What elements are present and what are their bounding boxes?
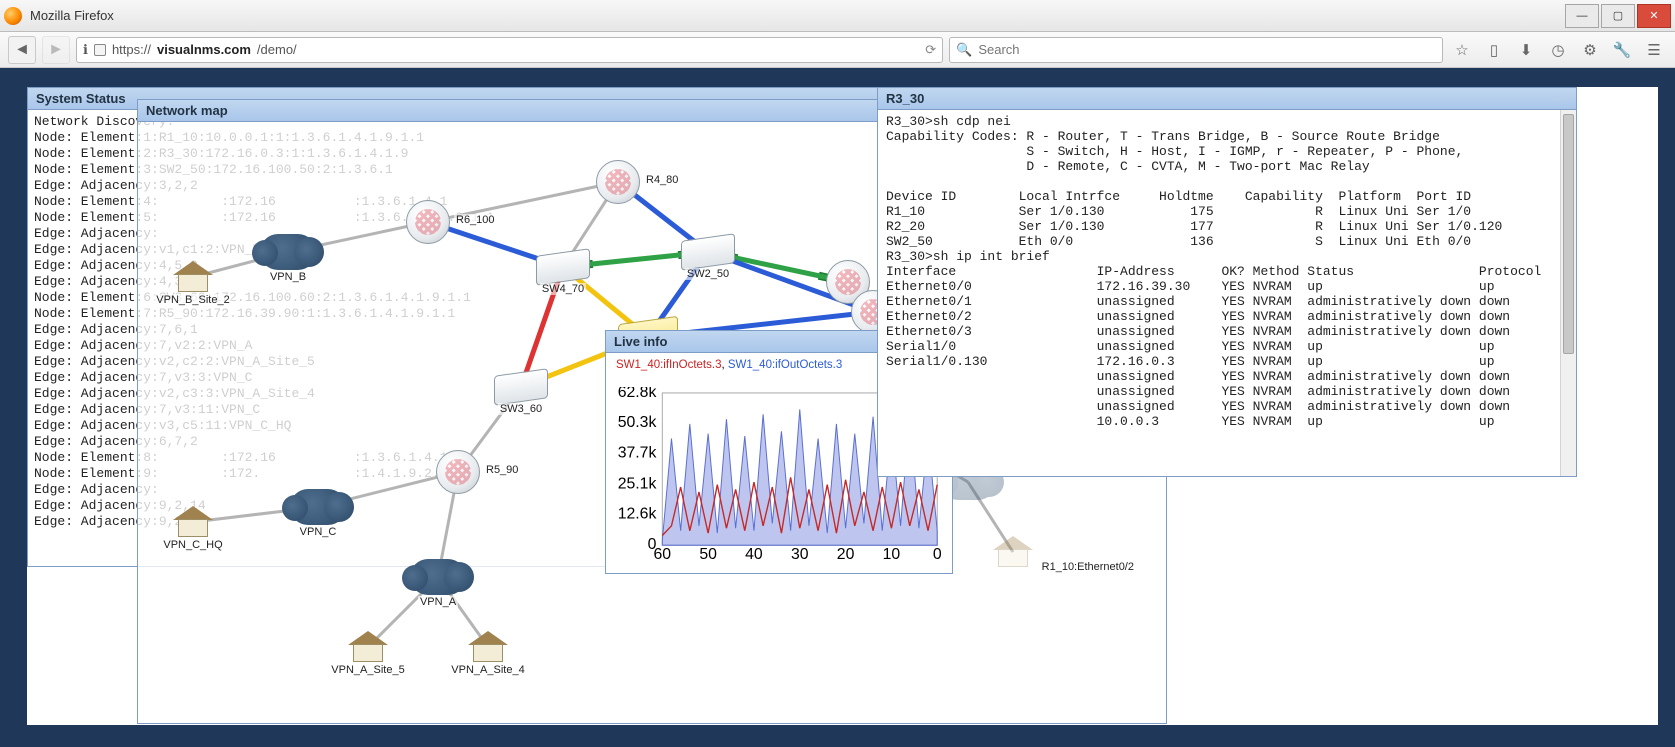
history-icon[interactable]: ◷ xyxy=(1545,37,1571,63)
bookmark-star-icon[interactable]: ☆ xyxy=(1449,37,1475,63)
close-button[interactable]: ✕ xyxy=(1637,4,1671,28)
node-label: SW2_50 xyxy=(685,268,731,280)
svg-text:20: 20 xyxy=(837,546,855,563)
node-label: R4_80 xyxy=(644,174,680,186)
terminal-body[interactable]: R3_30>sh cdp nei Capability Codes: R - R… xyxy=(878,110,1576,476)
svg-text:62.8k: 62.8k xyxy=(618,387,657,401)
node-label: R5_90 xyxy=(484,464,520,476)
lock-icon xyxy=(94,44,106,56)
cloud-icon xyxy=(290,489,346,525)
terminal-title[interactable]: R3_30 xyxy=(878,88,1576,110)
node-house_far[interactable] xyxy=(993,536,1033,568)
svg-text:50.3k: 50.3k xyxy=(618,414,657,431)
search-bar[interactable]: 🔍 xyxy=(949,37,1443,63)
house-icon xyxy=(993,536,1033,568)
node-sw4_70[interactable]: SW4_70 xyxy=(536,252,590,282)
app-canvas: System Status Network Discovery: Node: E… xyxy=(27,87,1658,725)
node-label: VPN_C xyxy=(298,526,339,538)
node-label: SW3_60 xyxy=(498,403,544,415)
node-label: VPN_A xyxy=(418,596,458,608)
terminal-scroll-thumb[interactable] xyxy=(1563,114,1574,354)
terminal-scrollbar[interactable] xyxy=(1560,110,1576,476)
router-icon xyxy=(436,450,480,494)
search-icon: 🔍 xyxy=(956,42,972,58)
url-host: visualnms.com xyxy=(157,42,251,57)
url-path: /demo/ xyxy=(257,42,297,57)
legend-series-2: SW1_40:ifOutOctets.3 xyxy=(728,359,842,371)
node-r5_90[interactable]: R5_90 xyxy=(436,450,480,494)
node-sw3_60[interactable]: SW3_60 xyxy=(494,372,548,402)
house-icon xyxy=(173,506,213,538)
svg-text:50: 50 xyxy=(699,546,717,563)
svg-text:25.1k: 25.1k xyxy=(618,475,657,492)
browser-navbar: ◄ ► ℹ https://visualnms.com/demo/ ⟳ 🔍 ☆ … xyxy=(0,32,1675,68)
library-icon[interactable]: ▯ xyxy=(1481,37,1507,63)
window-title: Mozilla Firefox xyxy=(30,8,114,23)
node-vpn_c[interactable]: VPN_C xyxy=(290,489,346,525)
node-label: VPN_B_Site_2 xyxy=(154,294,231,306)
terminal-title-text: R3_30 xyxy=(886,91,924,106)
terminal-panel[interactable]: R3_30 R3_30>sh cdp nei Capability Codes:… xyxy=(877,87,1577,477)
svg-text:40: 40 xyxy=(745,546,763,563)
refresh-icon[interactable]: ⟳ xyxy=(925,42,936,58)
firefox-icon xyxy=(4,7,22,25)
svg-text:30: 30 xyxy=(791,546,809,563)
node-vpn_b_s2[interactable]: VPN_B_Site_2 xyxy=(173,261,213,293)
url-scheme: https:// xyxy=(112,42,151,57)
switch-icon xyxy=(536,248,590,286)
node-vpn_c_hq[interactable]: VPN_C_HQ xyxy=(173,506,213,538)
svg-text:0: 0 xyxy=(933,546,942,563)
svg-text:12.6k: 12.6k xyxy=(618,506,657,523)
identity-icon: ℹ xyxy=(83,42,88,58)
house-icon xyxy=(348,631,388,663)
settings-gear-icon[interactable]: ⚙ xyxy=(1577,37,1603,63)
node-vpn_a_s5[interactable]: VPN_A_Site_5 xyxy=(348,631,388,663)
forward-button[interactable]: ► xyxy=(42,36,70,64)
node-label: VPN_B xyxy=(268,271,308,283)
maximize-button[interactable]: ▢ xyxy=(1601,4,1635,28)
node-vpn_a[interactable]: VPN_A xyxy=(410,559,466,595)
live-info-title-text: Live info xyxy=(614,334,667,349)
search-input[interactable] xyxy=(978,42,1436,57)
node-vpn_b[interactable]: VPN_B xyxy=(260,234,316,270)
minimize-button[interactable]: — xyxy=(1565,4,1599,28)
node-label: VPN_A_Site_4 xyxy=(449,664,526,676)
cloud-icon xyxy=(410,559,466,595)
switch-icon xyxy=(681,233,735,271)
house-icon xyxy=(173,261,213,293)
svg-text:37.7k: 37.7k xyxy=(618,445,657,462)
url-bar[interactable]: ℹ https:// visualnms.com/demo/ ⟳ xyxy=(76,37,943,63)
legend-series-1: SW1_40:ifInOctets.3 xyxy=(616,359,721,371)
downloads-icon[interactable]: ⬇ xyxy=(1513,37,1539,63)
node-sw2_50[interactable]: SW2_50 xyxy=(681,237,735,267)
node-label: R6_100 xyxy=(454,214,497,226)
node-r6_100[interactable]: R6_100 xyxy=(406,200,450,244)
node-vpn_a_s4[interactable]: VPN_A_Site_4 xyxy=(468,631,508,663)
house-icon xyxy=(468,631,508,663)
node-label: SW4_70 xyxy=(540,283,586,295)
cloud-icon xyxy=(260,234,316,270)
page-content: System Status Network Discovery: Node: E… xyxy=(0,68,1675,747)
node-r4_80[interactable]: R4_80 xyxy=(596,160,640,204)
devtools-icon[interactable]: 🔧 xyxy=(1609,37,1635,63)
terminal-reconnect-button[interactable] xyxy=(1554,98,1568,100)
router-icon xyxy=(406,200,450,244)
hamburger-menu-icon[interactable]: ☰ xyxy=(1641,37,1667,63)
map-extra-label: R1_10:Ethernet0/2 xyxy=(1040,561,1136,573)
svg-text:60: 60 xyxy=(654,546,672,563)
node-label: VPN_A_Site_5 xyxy=(329,664,406,676)
browser-titlebar: Mozilla Firefox — ▢ ✕ xyxy=(0,0,1675,32)
switch-icon xyxy=(494,368,548,406)
back-button[interactable]: ◄ xyxy=(8,36,36,64)
svg-text:10: 10 xyxy=(883,546,901,563)
node-label: VPN_C_HQ xyxy=(161,539,224,551)
router-icon xyxy=(596,160,640,204)
